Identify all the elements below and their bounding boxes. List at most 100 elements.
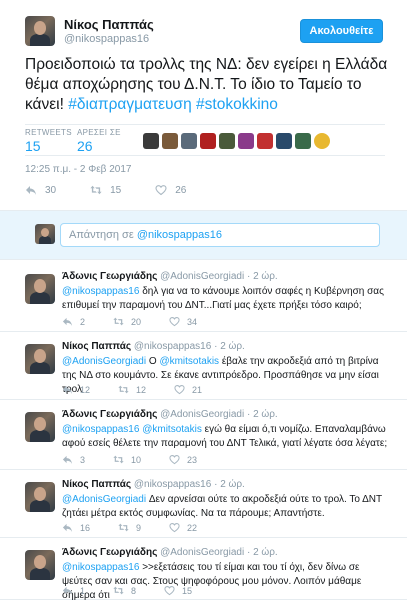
retweet-button[interactable]: 15 — [90, 184, 121, 196]
avatar[interactable] — [25, 274, 55, 304]
reply-icon — [26, 186, 36, 195]
reply-tweet[interactable]: Άδωνις Γεωργιάδης @AdonisGeorgiadi · 2 ώ… — [0, 538, 407, 603]
mention-link[interactable]: @nikospappas16 — [62, 286, 139, 297]
liker-avatar[interactable] — [200, 133, 216, 149]
retweets-label: RETWEETS — [25, 128, 72, 137]
reply-text: @nikospappas16 @kmitsotakis εγώ θα είμαι… — [62, 423, 392, 451]
retweets-stat[interactable]: RETWEETS 15 — [25, 128, 72, 154]
reply-author-name[interactable]: Νίκος Παππάς — [62, 341, 131, 352]
retweet-icon — [113, 317, 124, 326]
reply-tweet[interactable]: Άδωνις Γεωργιάδης @AdonisGeorgiadi · 2 ώ… — [0, 400, 407, 470]
following-button[interactable]: Ακολουθείτε — [300, 19, 383, 43]
reply-input[interactable]: Απάντηση σε @nikospappas16 — [60, 223, 380, 247]
liker-avatar[interactable] — [219, 133, 235, 149]
reply-tweet[interactable]: Νίκος Παππάς @nikospappas16 · 2 ώρ. @Ado… — [0, 332, 407, 400]
retweet-icon — [113, 455, 124, 464]
retweet-button[interactable]: 20 — [113, 316, 141, 327]
like-button[interactable]: 34 — [169, 316, 197, 327]
avatar[interactable] — [25, 344, 55, 374]
tweet-text: Προειδοποιώ τα τρολλς της ΝΔ: δεν εγείρε… — [25, 55, 390, 115]
heart-icon — [169, 523, 180, 533]
reply-count: 12 — [80, 384, 91, 395]
author-name[interactable]: Νίκος Παππάς — [64, 17, 154, 32]
tweet-timestamp[interactable]: 12:25 π.μ. - 2 Φεβ 2017 — [25, 164, 131, 175]
retweet-icon — [113, 586, 124, 595]
avatar[interactable] — [25, 16, 55, 46]
reply-author-name[interactable]: Νίκος Παππάς — [62, 479, 131, 490]
reply-icon — [62, 586, 73, 596]
liker-avatar[interactable] — [238, 133, 254, 149]
retweet-icon — [118, 523, 129, 532]
reply-header: Άδωνις Γεωργιάδης @AdonisGeorgiadi · 2 ώ… — [62, 409, 278, 420]
reply-header: Νίκος Παππάς @nikospappas16 · 2 ώρ. — [62, 479, 245, 490]
avatar[interactable] — [25, 482, 55, 512]
liker-avatar[interactable] — [276, 133, 292, 149]
reply-count: 16 — [80, 522, 91, 533]
hashtag-link[interactable]: #stokokkino — [196, 96, 278, 113]
liker-avatar[interactable] — [257, 133, 273, 149]
reply-meta[interactable]: @AdonisGeorgiadi · 2 ώρ. — [160, 409, 278, 420]
retweet-count: 12 — [136, 384, 147, 395]
reply-meta[interactable]: @AdonisGeorgiadi · 2 ώρ. — [160, 271, 278, 282]
reply-button[interactable]: 1 — [62, 585, 85, 596]
mention-link[interactable]: @nikospappas16 — [62, 424, 139, 435]
retweet-button[interactable]: 8 — [113, 585, 136, 596]
liker-avatar[interactable] — [162, 133, 178, 149]
reply-actions: 16 9 22 — [62, 522, 225, 533]
reply-author-name[interactable]: Άδωνις Γεωργιάδης — [62, 409, 157, 420]
reply-tweet[interactable]: Άδωνις Γεωργιάδης @AdonisGeorgiadi · 2 ώ… — [0, 262, 407, 332]
mention-link[interactable]: @nikospappas16 — [62, 562, 139, 573]
liker-avatar[interactable] — [143, 133, 159, 149]
reply-meta[interactable]: @nikospappas16 · 2 ώρ. — [134, 479, 245, 490]
reply-mention: @nikospappas16 — [136, 229, 222, 241]
like-button[interactable]: 26 — [155, 184, 186, 196]
retweet-button[interactable]: 12 — [118, 384, 146, 395]
reply-text: @nikospappas16 >>εξετάσεις του τί είμαι … — [62, 561, 392, 603]
retweet-count: 20 — [131, 316, 142, 327]
retweet-button[interactable]: 9 — [118, 522, 141, 533]
reply-text: @AdonisGeorgiadi Δεν αρνείσαι ούτε το ακ… — [62, 493, 392, 521]
reply-author-name[interactable]: Άδωνις Γεωργιάδης — [62, 547, 157, 558]
like-button[interactable]: 23 — [169, 454, 197, 465]
main-tweet: Νίκος Παππάς @nikospappas16 Ακολουθείτε … — [0, 0, 407, 205]
like-count: 34 — [187, 316, 198, 327]
reply-tweet[interactable]: Νίκος Παππάς @nikospappas16 · 2 ώρ. @Ado… — [0, 470, 407, 538]
like-button[interactable]: 15 — [164, 585, 192, 596]
avatar[interactable] — [25, 412, 55, 442]
reply-count: 30 — [45, 184, 57, 196]
reply-actions: 1 8 15 — [62, 585, 220, 596]
retweets-value: 15 — [25, 138, 41, 154]
retweet-count: 10 — [131, 454, 142, 465]
mention-link[interactable]: @AdonisGeorgiadi — [62, 494, 146, 505]
likes-label: ΑΡΕΣΕΙ ΣΕ — [77, 128, 121, 137]
mention-link[interactable]: @kmitsotakis — [159, 356, 219, 367]
reply-count: 2 — [80, 316, 86, 327]
tweet-actions: 30 15 26 — [25, 184, 220, 196]
reply-header: Νίκος Παππάς @nikospappas16 · 2 ώρ. — [62, 341, 245, 352]
reply-count: 1 — [80, 585, 86, 596]
reply-author-name[interactable]: Άδωνις Γεωργιάδης — [62, 271, 157, 282]
reply-meta[interactable]: @nikospappas16 · 2 ώρ. — [134, 341, 245, 352]
likes-stat[interactable]: ΑΡΕΣΕΙ ΣΕ 26 — [77, 128, 121, 154]
reply-button[interactable]: 3 — [62, 454, 85, 465]
mention-link[interactable]: @AdonisGeorgiadi — [62, 356, 146, 367]
reply-actions: 3 10 23 — [62, 454, 225, 465]
reply-button[interactable]: 16 — [62, 522, 90, 533]
like-button[interactable]: 21 — [174, 384, 202, 395]
avatar[interactable] — [25, 550, 55, 580]
like-button[interactable]: 22 — [169, 522, 197, 533]
reply-header: Άδωνις Γεωργιάδης @AdonisGeorgiadi · 2 ώ… — [62, 547, 278, 558]
liker-avatar[interactable] — [181, 133, 197, 149]
mention-link[interactable]: @kmitsotakis — [142, 424, 202, 435]
reply-button[interactable]: 30 — [25, 184, 56, 196]
liker-avatar[interactable] — [295, 133, 311, 149]
heart-icon — [155, 185, 167, 196]
author-handle[interactable]: @nikospappas16 — [64, 33, 149, 45]
reply-button[interactable]: 12 — [62, 384, 90, 395]
reply-button[interactable]: 2 — [62, 316, 85, 327]
reply-meta[interactable]: @AdonisGeorgiadi · 2 ώρ. — [160, 547, 278, 558]
liker-avatar[interactable] — [314, 133, 330, 149]
retweet-button[interactable]: 10 — [113, 454, 141, 465]
hashtag-link[interactable]: #διαπραγματευση — [68, 96, 191, 113]
reply-text: @nikospappas16 δηλ για να το κάνουμε λοι… — [62, 285, 392, 313]
